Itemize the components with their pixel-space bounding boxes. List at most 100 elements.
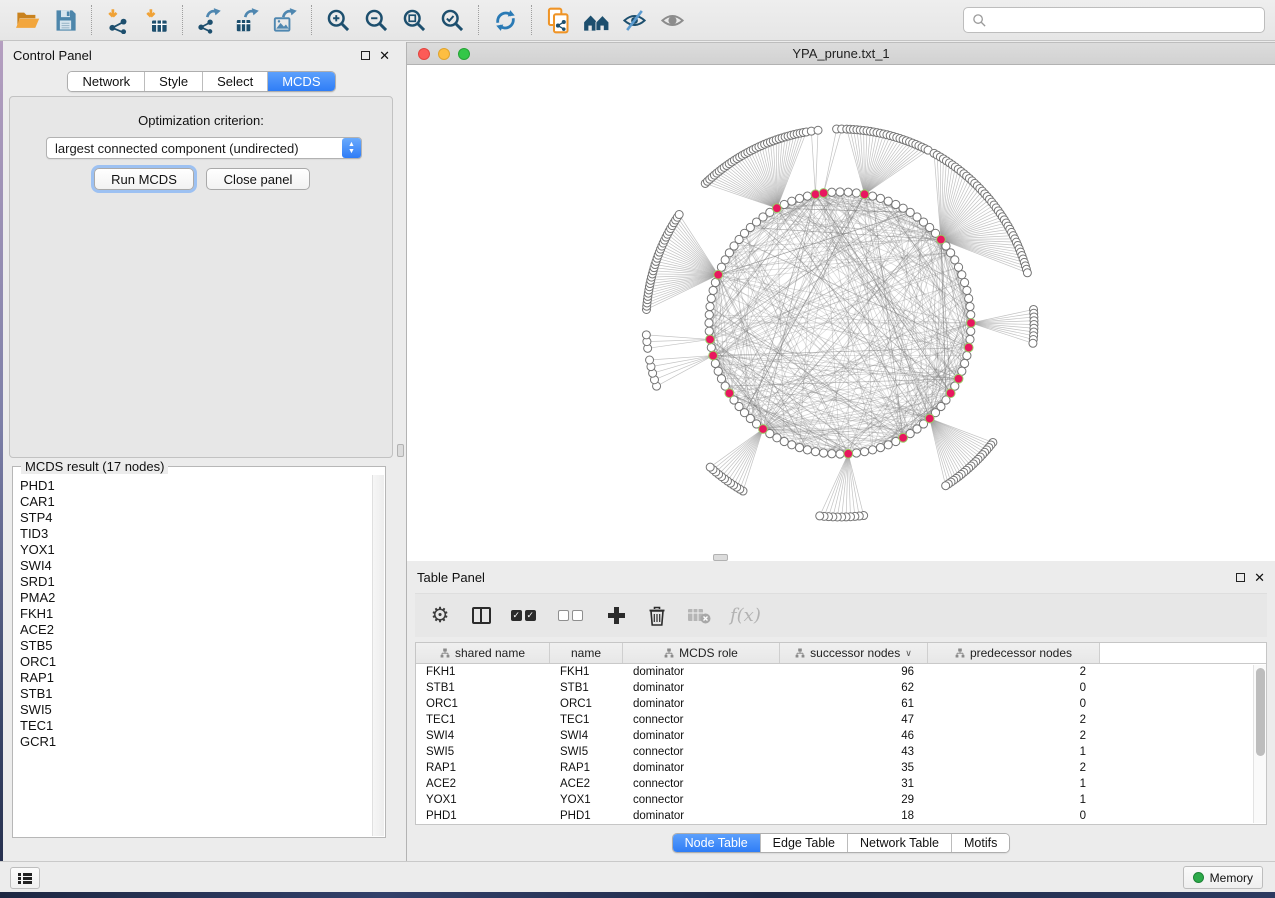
cell: YOX1 [550,794,623,806]
mcds-list-scrollbar[interactable] [372,475,384,836]
mcds-node-car1[interactable]: CAR1 [20,494,372,510]
table-row-ace2[interactable]: ACE2ACE2connector311 [416,776,1266,792]
cell: 31 [780,778,928,790]
memory-status-icon [1193,872,1204,883]
criterion-select[interactable]: largest connected component (undirected)… [46,137,362,159]
task-history-button[interactable] [10,867,40,889]
mcds-result-list[interactable]: PHD1CAR1STP4TID3YOX1SWI4SRD1PMA2FKH1ACE2… [14,475,372,836]
table-tab-motifs[interactable]: Motifs [952,834,1009,852]
table-tab-node-table[interactable]: Node Table [673,834,761,852]
table-row-yox1[interactable]: YOX1YOX1connector291 [416,792,1266,808]
export-network-icon[interactable] [190,3,228,37]
tab-mcds[interactable]: MCDS [268,72,334,91]
split-columns-icon[interactable] [470,604,492,628]
close-panel-button[interactable]: Close panel [206,168,310,190]
table-panel-titlebar: Table Panel ✕ [407,563,1275,591]
column-header-name[interactable]: name [550,643,623,663]
mcds-node-srd1[interactable]: SRD1 [20,574,372,590]
share-document-icon[interactable] [539,3,577,37]
cell: SWI5 [550,746,623,758]
select-stepper-icon: ▲▼ [342,138,361,158]
search-field [963,7,1265,33]
mcds-node-pma2[interactable]: PMA2 [20,590,372,606]
cell: 1 [928,794,1100,806]
show-items-icon[interactable] [653,3,691,37]
export-image-icon[interactable] [266,3,304,37]
float-panel-icon[interactable] [361,51,370,60]
mcds-node-ace2[interactable]: ACE2 [20,622,372,638]
table-row-tec1[interactable]: TEC1TEC1connector472 [416,712,1266,728]
optimization-criterion-label: Optimization criterion: [10,113,392,128]
deselect-all-checkboxes-icon[interactable] [558,604,586,628]
float-table-panel-icon[interactable] [1236,573,1245,582]
table-row-stb1[interactable]: STB1STB1dominator620 [416,680,1266,696]
column-header-MCDS-role[interactable]: MCDS role [623,643,780,663]
memory-button[interactable]: Memory [1183,866,1263,889]
cell: 35 [780,762,928,774]
table-toolbar: ⚙ f(x) [415,593,1267,637]
column-header-predecessor-nodes[interactable]: predecessor nodes [928,643,1100,663]
open-file-icon[interactable] [8,3,46,37]
search-input[interactable] [993,13,1256,28]
zoom-out-icon[interactable] [357,3,395,37]
zoom-selected-icon[interactable] [433,3,471,37]
mcds-node-gcr1[interactable]: GCR1 [20,734,372,750]
hide-items-icon[interactable] [615,3,653,37]
select-all-checkboxes-icon[interactable] [511,604,539,628]
mcds-node-stb5[interactable]: STB5 [20,638,372,654]
table-panel: Table Panel ✕ ⚙ f(x) shared namenameMCDS… [407,563,1275,860]
close-panel-icon[interactable]: ✕ [379,49,390,62]
mcds-node-orc1[interactable]: ORC1 [20,654,372,670]
table-row-orc1[interactable]: ORC1ORC1dominator610 [416,696,1266,712]
horizontal-splitter-handle[interactable] [713,554,728,561]
toolbar-separator [182,5,183,35]
cell: ACE2 [416,778,550,790]
criterion-select-value: largest connected component (undirected) [47,141,342,156]
table-row-fkh1[interactable]: FKH1FKH1dominator962 [416,664,1266,680]
tab-style[interactable]: Style [145,72,203,91]
table-row-swi5[interactable]: SWI5SWI5connector431 [416,744,1266,760]
import-table-icon[interactable] [137,3,175,37]
mcds-node-stp4[interactable]: STP4 [20,510,372,526]
table-row-rap1[interactable]: RAP1RAP1dominator352 [416,760,1266,776]
mcds-node-swi5[interactable]: SWI5 [20,702,372,718]
mcds-node-fkh1[interactable]: FKH1 [20,606,372,622]
houses-icon[interactable] [577,3,615,37]
column-header-shared-name[interactable]: shared name [416,643,550,663]
zoom-in-icon[interactable] [319,3,357,37]
cell: 43 [780,746,928,758]
tab-select[interactable]: Select [203,72,268,91]
add-column-icon[interactable] [605,604,627,628]
mcds-node-tec1[interactable]: TEC1 [20,718,372,734]
network-title: YPA_prune.txt_1 [407,46,1275,61]
mcds-node-stb1[interactable]: STB1 [20,686,372,702]
delete-column-icon[interactable] [646,604,668,628]
table-tab-edge-table[interactable]: Edge Table [761,834,848,852]
table-row-swi4[interactable]: SWI4SWI4dominator462 [416,728,1266,744]
export-table-icon[interactable] [228,3,266,37]
table-scrollbar[interactable] [1253,665,1266,823]
mcds-node-swi4[interactable]: SWI4 [20,558,372,574]
settings-icon[interactable]: ⚙ [429,604,451,628]
column-header-successor-nodes[interactable]: successor nodes∨ [780,643,928,663]
table-row-phd1[interactable]: PHD1PHD1dominator180 [416,808,1266,824]
mcds-node-rap1[interactable]: RAP1 [20,670,372,686]
mcds-node-tid3[interactable]: TID3 [20,526,372,542]
network-canvas[interactable] [407,65,1275,561]
cell: ORC1 [550,698,623,710]
network-graph[interactable] [407,65,1275,561]
tab-network[interactable]: Network [68,72,145,91]
zoom-fit-icon[interactable] [395,3,433,37]
mcds-node-yox1[interactable]: YOX1 [20,542,372,558]
cell: STB1 [550,682,623,694]
import-network-icon[interactable] [99,3,137,37]
refresh-icon[interactable] [486,3,524,37]
run-mcds-button[interactable]: Run MCDS [94,168,194,190]
save-session-icon[interactable] [46,3,84,37]
main-toolbar [0,0,1275,41]
vertical-splitter-handle[interactable] [397,444,404,457]
table-tab-network-table[interactable]: Network Table [848,834,952,852]
mcds-node-phd1[interactable]: PHD1 [20,478,372,494]
table-scrollbar-thumb[interactable] [1256,668,1265,756]
close-table-panel-icon[interactable]: ✕ [1254,571,1265,584]
